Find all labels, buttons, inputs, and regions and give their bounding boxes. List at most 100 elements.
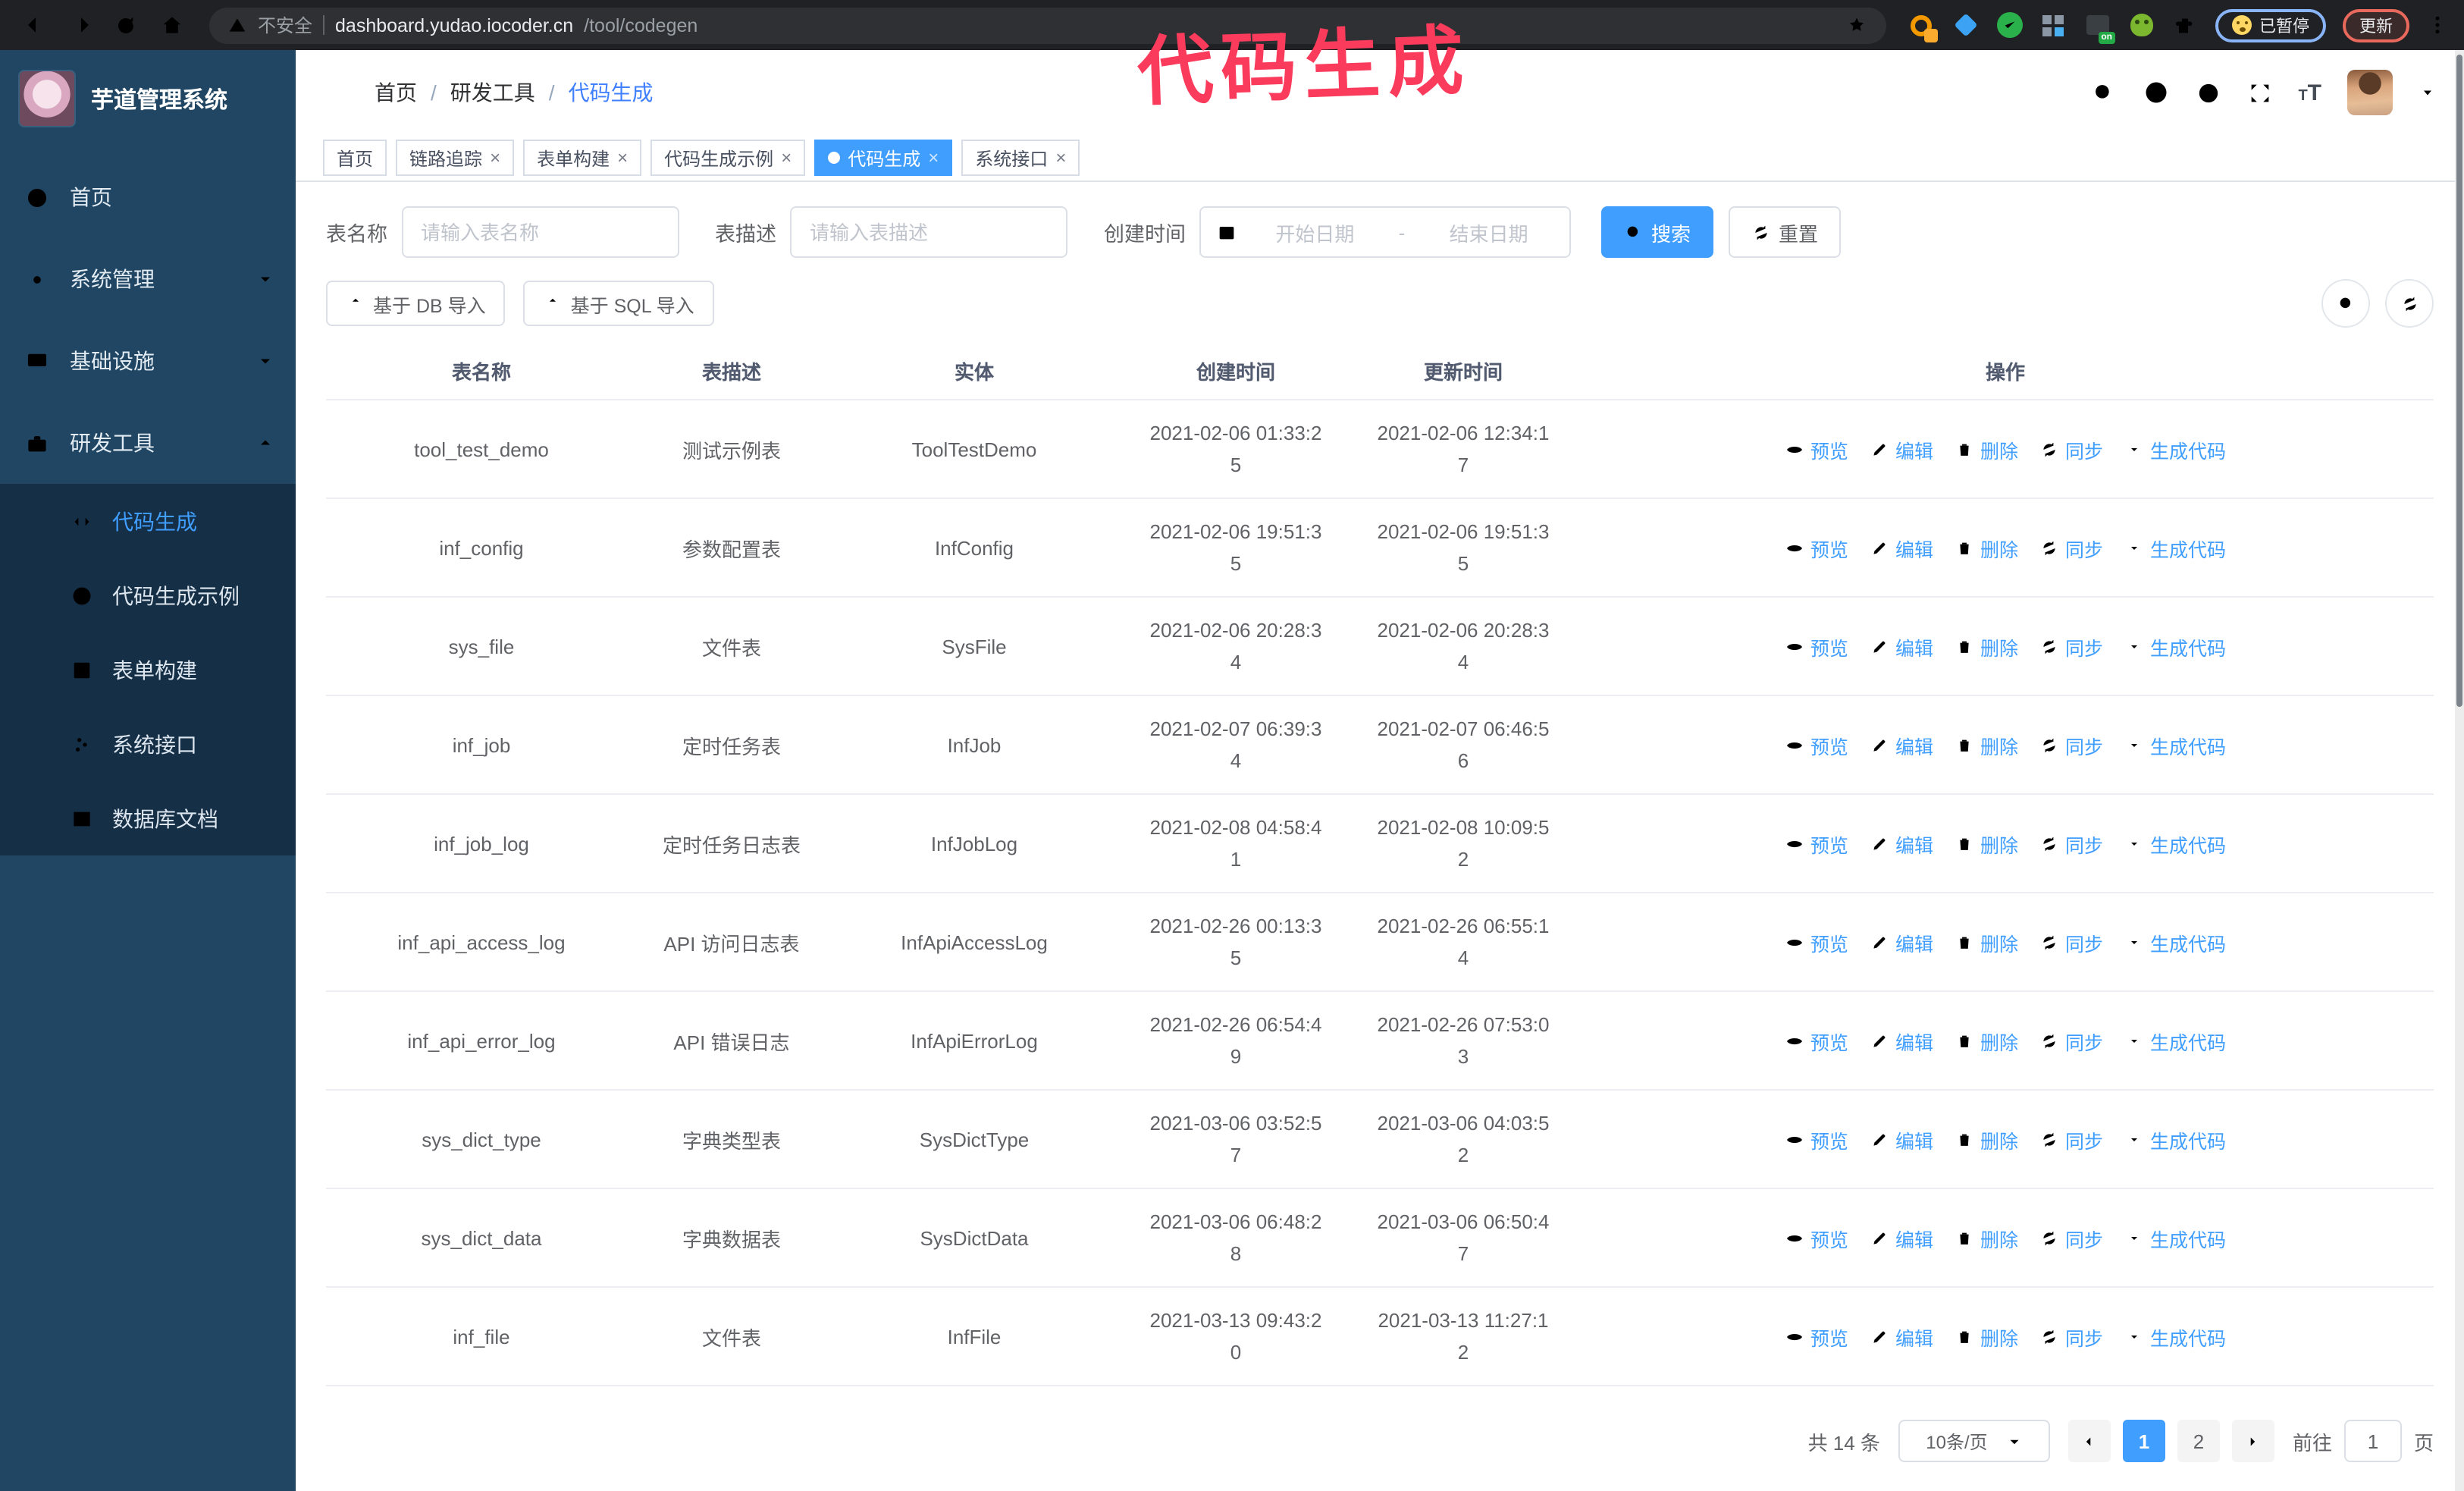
caret-down-icon[interactable]: [2419, 83, 2437, 102]
prev-page-button[interactable]: [2067, 1420, 2111, 1462]
url-bar[interactable]: 不安全 dashboard.yudao.iocoder.cn/tool/code…: [209, 7, 1886, 43]
preview-link[interactable]: 预览: [1785, 730, 1848, 759]
page-button-2[interactable]: 2: [2177, 1420, 2220, 1462]
generate-code-link[interactable]: 生成代码: [2124, 1322, 2226, 1351]
edit-link[interactable]: 编辑: [1870, 1223, 1933, 1252]
home-button[interactable]: [152, 5, 191, 45]
edit-link[interactable]: 编辑: [1870, 435, 1933, 463]
sidebar-item-system-api[interactable]: 系统接口: [0, 707, 296, 781]
date-range-picker[interactable]: 开始日期 - 结束日期: [1199, 206, 1571, 258]
refresh-table-button[interactable]: [2385, 279, 2434, 328]
extensions-puzzle-icon[interactable]: [2171, 11, 2199, 39]
github-icon[interactable]: [2142, 79, 2169, 106]
preview-link[interactable]: 预览: [1785, 1026, 1848, 1055]
sidebar-item-codegen[interactable]: 代码生成: [0, 484, 296, 558]
table-desc-input[interactable]: [790, 206, 1067, 258]
extension-grid-icon[interactable]: [2039, 11, 2067, 39]
edit-link[interactable]: 编辑: [1870, 1125, 1933, 1154]
delete-link[interactable]: 删除: [1955, 1322, 2018, 1351]
page-scrollbar[interactable]: [2455, 50, 2464, 1491]
search-button[interactable]: 搜索: [1601, 206, 1714, 258]
extension-check-icon[interactable]: [1995, 11, 2023, 39]
sync-link[interactable]: 同步: [2039, 533, 2103, 562]
hamburger-icon[interactable]: [323, 78, 352, 107]
generate-code-link[interactable]: 生成代码: [2124, 1125, 2226, 1154]
delete-link[interactable]: 删除: [1955, 632, 2018, 661]
edit-link[interactable]: 编辑: [1870, 533, 1933, 562]
url-host[interactable]: dashboard.yudao.iocoder.cn: [335, 14, 573, 36]
preview-link[interactable]: 预览: [1785, 1223, 1848, 1252]
tab-codegen-example[interactable]: 代码生成示例 ×: [650, 140, 806, 176]
extension-dark-icon[interactable]: on: [2083, 11, 2115, 43]
generate-code-link[interactable]: 生成代码: [2124, 1026, 2226, 1055]
delete-link[interactable]: 删除: [1955, 1026, 2018, 1055]
breadcrumb-dev-tools[interactable]: 研发工具: [450, 77, 535, 108]
generate-code-link[interactable]: 生成代码: [2124, 632, 2226, 661]
sidebar-item-home[interactable]: 首页: [0, 156, 296, 238]
generate-code-link[interactable]: 生成代码: [2124, 435, 2226, 463]
delete-link[interactable]: 删除: [1955, 829, 2018, 858]
sync-link[interactable]: 同步: [2039, 730, 2103, 759]
reset-button[interactable]: 重置: [1729, 206, 1842, 258]
import-sql-button[interactable]: 基于 SQL 导入: [523, 281, 714, 326]
sidebar-item-codegen-example[interactable]: 代码生成示例: [0, 558, 296, 632]
generate-code-link[interactable]: 生成代码: [2124, 928, 2226, 956]
reload-button[interactable]: [106, 5, 146, 45]
tab-trace[interactable]: 链路追踪 ×: [396, 140, 515, 176]
sidebar-item-system-management[interactable]: 系统管理: [0, 238, 296, 320]
breadcrumb-home[interactable]: 首页: [375, 77, 417, 108]
toggle-search-button[interactable]: [2321, 279, 2370, 328]
app-logo-row[interactable]: 芋道管理系统: [0, 50, 296, 135]
tab-form-builder[interactable]: 表单构建 ×: [523, 140, 642, 176]
generate-code-link[interactable]: 生成代码: [2124, 533, 2226, 562]
edit-link[interactable]: 编辑: [1870, 1322, 1933, 1351]
preview-link[interactable]: 预览: [1785, 1125, 1848, 1154]
paused-extension-badge[interactable]: 已暂停: [2215, 8, 2326, 42]
extension-frog-icon[interactable]: [2127, 11, 2155, 39]
delete-link[interactable]: 删除: [1955, 730, 2018, 759]
delete-link[interactable]: 删除: [1955, 1125, 2018, 1154]
extension-gem-icon[interactable]: [1951, 11, 1979, 39]
start-date-placeholder[interactable]: 开始日期: [1249, 218, 1381, 246]
sidebar-item-form-builder[interactable]: 表单构建: [0, 632, 296, 707]
sidebar-item-infrastructure[interactable]: 基础设施: [0, 320, 296, 402]
edit-link[interactable]: 编辑: [1870, 928, 1933, 956]
tab-codegen[interactable]: 代码生成 ×: [814, 140, 953, 176]
delete-link[interactable]: 删除: [1955, 1223, 2018, 1252]
sync-link[interactable]: 同步: [2039, 435, 2103, 463]
close-icon[interactable]: ×: [617, 147, 628, 168]
scrollbar-thumb[interactable]: [2456, 55, 2462, 707]
preview-link[interactable]: 预览: [1785, 632, 1848, 661]
preview-link[interactable]: 预览: [1785, 435, 1848, 463]
table-name-input[interactable]: [401, 206, 679, 258]
breadcrumb-current[interactable]: 代码生成: [569, 77, 654, 108]
browser-menu-icon[interactable]: [2426, 14, 2449, 36]
delete-link[interactable]: 删除: [1955, 435, 2018, 463]
sync-link[interactable]: 同步: [2039, 632, 2103, 661]
close-icon[interactable]: ×: [490, 147, 500, 168]
generate-code-link[interactable]: 生成代码: [2124, 1223, 2226, 1252]
help-icon[interactable]: [2195, 80, 2221, 105]
bookmark-star-icon[interactable]: [1845, 14, 1868, 36]
tab-system-api[interactable]: 系统接口 ×: [961, 140, 1080, 176]
end-date-placeholder[interactable]: 结束日期: [1423, 218, 1554, 246]
preview-link[interactable]: 预览: [1785, 533, 1848, 562]
fullscreen-icon[interactable]: [2246, 80, 2272, 105]
forward-button[interactable]: [61, 5, 100, 45]
preview-link[interactable]: 预览: [1785, 829, 1848, 858]
close-icon[interactable]: ×: [928, 147, 939, 168]
edit-link[interactable]: 编辑: [1870, 730, 1933, 759]
generate-code-link[interactable]: 生成代码: [2124, 829, 2226, 858]
tab-home[interactable]: 首页: [323, 140, 387, 176]
close-icon[interactable]: ×: [1055, 147, 1066, 168]
avatar[interactable]: [2347, 70, 2393, 115]
sync-link[interactable]: 同步: [2039, 829, 2103, 858]
font-size-icon[interactable]: TT: [2298, 81, 2321, 104]
url-path[interactable]: /tool/codegen: [584, 14, 698, 36]
sync-link[interactable]: 同步: [2039, 1223, 2103, 1252]
search-icon[interactable]: [2090, 80, 2116, 105]
browser-update-badge[interactable]: 更新: [2343, 8, 2409, 42]
edit-link[interactable]: 编辑: [1870, 632, 1933, 661]
security-label[interactable]: 不安全: [258, 12, 312, 38]
page-size-select[interactable]: 10条/页: [1898, 1420, 2050, 1462]
